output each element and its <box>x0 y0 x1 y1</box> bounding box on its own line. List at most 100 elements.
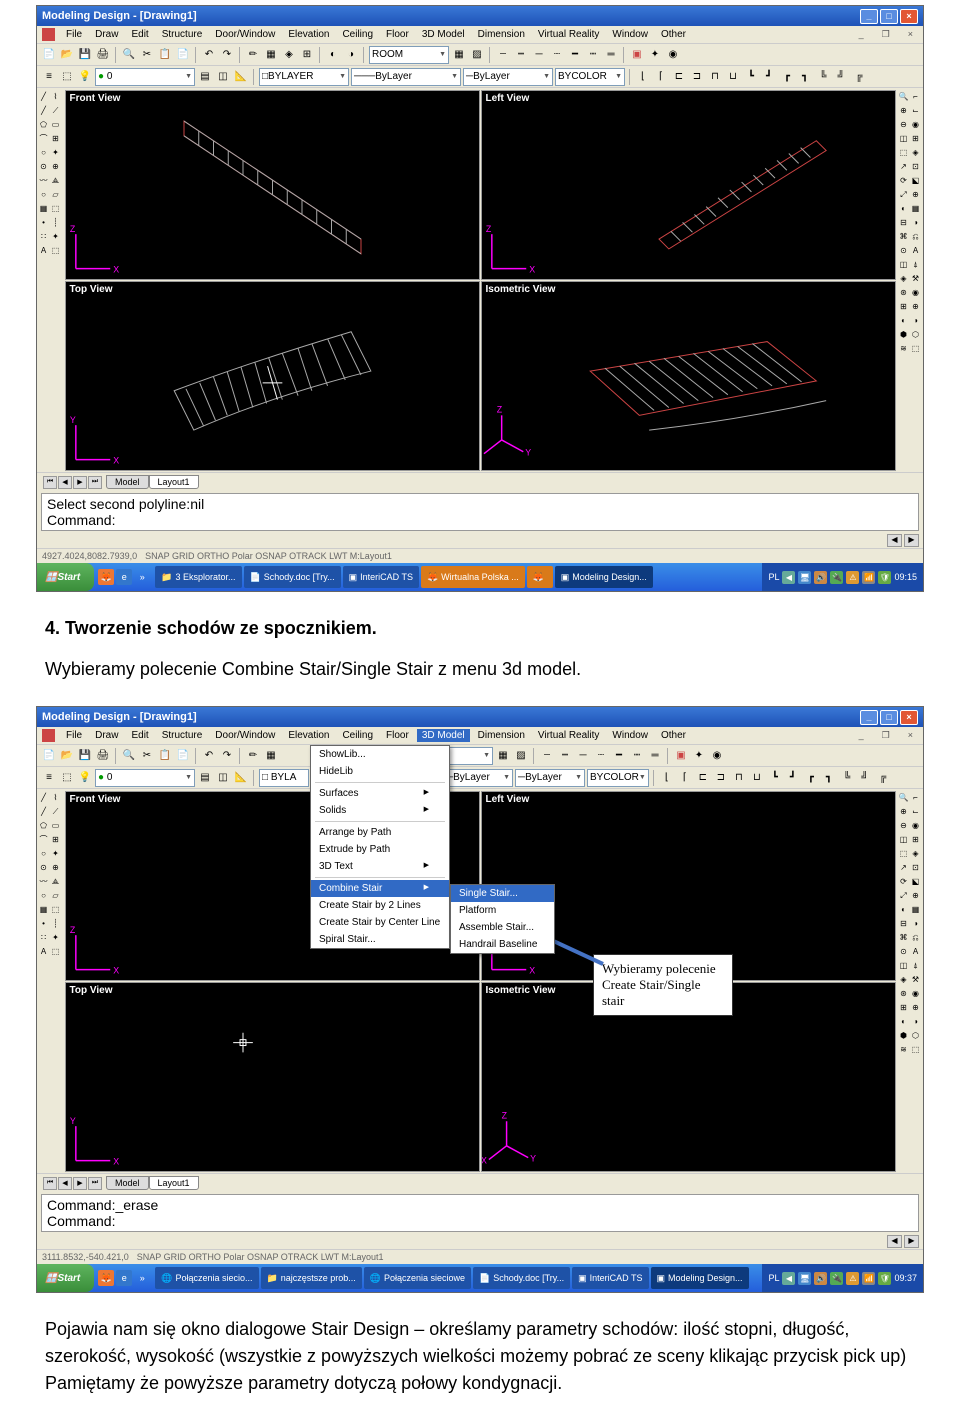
svg-text:Y: Y <box>530 1153 536 1163</box>
menu-arrange[interactable]: Arrange by Path <box>311 824 449 841</box>
start-button[interactable]: 🪟 Start <box>37 563 94 591</box>
lineweight-select[interactable]: ─ ByLayer▼ <box>463 68 553 86</box>
3dmodel-dropdown: ShowLib... HideLib Surfaces▶ Solids▶ Arr… <box>310 745 450 949</box>
layout-tabs: ⏮◀▶⏭ ModelLayout1 <box>37 1173 923 1192</box>
menu-dimension[interactable]: Dimension <box>473 28 530 41</box>
menu-door[interactable]: Door/Window <box>210 28 280 41</box>
mode-toggles[interactable]: SNAP GRID ORTHO Polar OSNAP OTRACK LWT M… <box>145 551 392 561</box>
left-toolbar: ╱⌇╱⟋⬠▭⌒⊞○✦⊙⊕〰⟁○▱▦⬚•┊∷✦A⬚ <box>37 789 63 960</box>
print-icon[interactable]: 🖨 <box>95 47 111 63</box>
svg-text:X: X <box>529 264 535 274</box>
open-icon[interactable]: 📂 <box>59 47 75 63</box>
toolbar-row-2: ≡⬚💡 ● 0▼ ▤◫📐 □ BYLAYER▼ ─── ByLayer▼ ─ B… <box>37 66 923 88</box>
menu-stair-2lines[interactable]: Create Stair by 2 Lines <box>311 897 449 914</box>
menu-3dmodel-active[interactable]: 3D Model <box>417 729 470 742</box>
top-viewport[interactable]: Top View YX <box>65 281 480 471</box>
system-tray: PL ◀🖥🔊🔌⚠📶🛡 09:15 <box>762 563 923 591</box>
menu-surfaces[interactable]: Surfaces▶ <box>311 785 449 802</box>
app-icon <box>42 28 55 41</box>
svg-text:X: X <box>113 264 119 274</box>
task-modeling[interactable]: ▣ Modeling Design... <box>555 566 653 588</box>
cut-icon[interactable]: ✂ <box>139 47 155 63</box>
undo-icon[interactable]: ↶ <box>201 47 217 63</box>
maximize-button[interactable]: □ <box>880 710 898 725</box>
menu-draw[interactable]: Draw <box>90 28 123 41</box>
para-1: Wybieramy polecenie Combine Stair/Single… <box>45 656 915 683</box>
left-viewport[interactable]: Left View ZX <box>481 90 896 280</box>
layer-select[interactable]: ● 0▼ <box>95 68 195 86</box>
menu-solids[interactable]: Solids▶ <box>311 802 449 819</box>
color-select[interactable]: BYCOLOR▼ <box>555 68 625 86</box>
svg-text:Y: Y <box>69 1116 75 1126</box>
bylayer-select[interactable]: □ BYLAYER▼ <box>259 68 349 86</box>
command-window[interactable]: Select second polyline:nil Command: <box>41 493 919 531</box>
svg-text:Y: Y <box>69 415 75 425</box>
menu-structure[interactable]: Structure <box>157 28 208 41</box>
iso-view-label: Isometric View <box>486 284 556 295</box>
menu-spiral-stair[interactable]: Spiral Stair... <box>311 931 449 948</box>
task-explorer[interactable]: 📁 3 Eksplorator... <box>155 566 241 588</box>
menu-window[interactable]: Window <box>607 28 653 41</box>
room-select[interactable]: ROOM▼ <box>369 46 449 64</box>
menu-extrude[interactable]: Extrude by Path <box>311 841 449 858</box>
menu-assemble-stair[interactable]: Assemble Stair... <box>451 919 554 936</box>
menu-edit[interactable]: Edit <box>126 28 153 41</box>
status-bar: 3111.8532,-540.421,0 SNAP GRID ORTHO Pol… <box>37 1249 923 1264</box>
copy-icon[interactable]: 📋 <box>157 47 173 63</box>
menu-showlib[interactable]: ShowLib... <box>311 746 449 763</box>
model-tab[interactable]: Model <box>106 475 149 489</box>
windows-taskbar: 🪟 Start 🦊e» 📁 3 Eksplorator... 📄 Schody.… <box>37 563 923 591</box>
app-icon <box>42 729 55 742</box>
menu-floor[interactable]: Floor <box>381 28 414 41</box>
linetype-select[interactable]: ─── ByLayer▼ <box>351 68 461 86</box>
svg-text:Y: Y <box>525 447 531 457</box>
instruction-callout: Wybieramy polecenie Create Stair/Single … <box>593 954 733 1016</box>
clock: 09:37 <box>894 1273 917 1283</box>
close-button[interactable]: × <box>900 9 918 24</box>
close-button[interactable]: × <box>900 710 918 725</box>
task-firefox[interactable]: 🦊 Wirtualna Polska ... <box>421 566 525 588</box>
menu-file[interactable]: File <box>61 28 87 41</box>
menu-combine-stair[interactable]: Combine Stair▶ <box>311 880 449 897</box>
task-intericad[interactable]: ▣ InteriCAD TS <box>343 566 419 588</box>
menu-platform[interactable]: Platform <box>451 902 554 919</box>
right-toolbar: 🔍⌐ ⊕⌙ ⊖◉ ◫⊞ ⬚◈ ↗⊡ ⟳⬕ ⤢⊕ ◐▦ ⊟◑ ⌘⎌ ⊙A ◫⍋ ◈… <box>897 88 923 357</box>
zoom-icon[interactable]: 🔍 <box>121 47 137 63</box>
menu-bar: File Draw Edit Structure Door/Window Ele… <box>37 26 923 44</box>
front-viewport[interactable]: Front View ZX <box>65 90 480 280</box>
section-heading: 4. Tworzenie schodów ze spocznikiem. <box>45 615 915 642</box>
toolbar-row-1: 📄📂💾🖨🔍✂📋📄↶↷✏▦ ROOM▼ ▦▨ ┄┅─┈━┉═▣✦◉ <box>37 745 923 767</box>
line-tool[interactable]: ╱ <box>38 90 49 103</box>
layout-tab[interactable]: Layout1 <box>149 475 199 489</box>
clock: 09:15 <box>894 572 917 582</box>
menu-elevation[interactable]: Elevation <box>283 28 334 41</box>
menu-single-stair[interactable]: Single Stair... <box>451 885 554 902</box>
task-word[interactable]: 📄 Schody.doc [Try... <box>244 566 341 588</box>
menu-vr[interactable]: Virtual Reality <box>533 28 605 41</box>
top-viewport[interactable]: Top View YX <box>65 982 480 1172</box>
svg-text:X: X <box>113 1156 119 1166</box>
maximize-button[interactable]: □ <box>880 9 898 24</box>
command-window[interactable]: Command:_erase Command: <box>41 1194 919 1232</box>
minimize-button[interactable]: _ <box>860 710 878 725</box>
menu-hidelib[interactable]: HideLib <box>311 763 449 780</box>
minimize-button[interactable]: _ <box>860 9 878 24</box>
menu-ceiling[interactable]: Ceiling <box>337 28 378 41</box>
command-prompt: Command: <box>47 512 913 528</box>
viewport-area: ╱⌇╱⟋⬠▭⌒⊞○✦⊙⊕〰⟁○▱▦⬚•┊∷✦A⬚ 🔍⌐⊕⌙⊖◉◫⊞⬚◈↗⊡⟳⬕⤢… <box>63 789 897 1173</box>
left-view-label: Left View <box>486 93 530 104</box>
iso-viewport[interactable]: Isometric View ZYX <box>481 281 896 471</box>
new-icon[interactable]: 📄 <box>41 47 57 63</box>
paste-icon[interactable]: 📄 <box>175 47 191 63</box>
menu-stair-center[interactable]: Create Stair by Center Line <box>311 914 449 931</box>
app-title: Modeling Design - [Drawing1] <box>42 10 197 22</box>
menu-3dmodel[interactable]: 3D Model <box>417 28 470 41</box>
menu-handrail[interactable]: Handrail Baseline <box>451 936 554 953</box>
menu-other[interactable]: Other <box>656 28 691 41</box>
cad-screenshot-2: Modeling Design - [Drawing1] _□× FileDra… <box>36 706 924 1293</box>
save-icon[interactable]: 💾 <box>77 47 93 63</box>
combine-stair-submenu: Single Stair... Platform Assemble Stair.… <box>450 884 555 954</box>
start-button[interactable]: 🪟 Start <box>37 1264 94 1292</box>
menu-3dtext[interactable]: 3D Text▶ <box>311 858 449 875</box>
redo-icon[interactable]: ↷ <box>219 47 235 63</box>
